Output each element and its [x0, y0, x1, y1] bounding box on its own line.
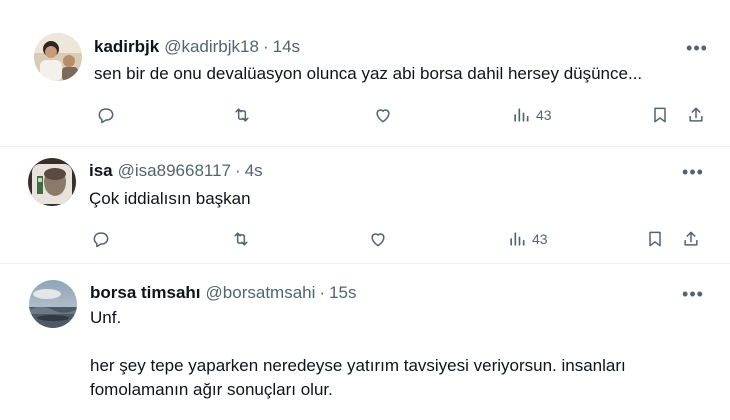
- avatar[interactable]: [28, 158, 76, 206]
- display-name[interactable]: isa: [89, 161, 113, 181]
- tweet-text: Unf. her şey tepe yaparken neredeyse yat…: [90, 306, 626, 402]
- reply-button[interactable]: [91, 229, 111, 249]
- tweet-1[interactable]: kadirbjk @kadirbjk18 · 14s ••• sen bir d…: [0, 0, 730, 146]
- more-icon[interactable]: •••: [681, 163, 705, 181]
- reply-icon: [93, 232, 109, 248]
- tweet-text-line: sen bir de onu devalüasyon olunca yaz ab…: [94, 64, 643, 83]
- separator-dot: ·: [319, 283, 326, 302]
- separator-dot: ·: [235, 161, 241, 180]
- bookmark-button[interactable]: [650, 105, 670, 125]
- timestamp[interactable]: 15s: [329, 283, 356, 303]
- views-icon: [510, 232, 525, 246]
- share-button[interactable]: [681, 229, 701, 249]
- like-button[interactable]: [368, 229, 388, 249]
- tweet-header: kadirbjk @kadirbjk18 · 14s: [94, 37, 300, 57]
- share-icon: [689, 107, 703, 122]
- user-handle[interactable]: @isa89668117: [118, 161, 231, 181]
- views-count: 43: [532, 231, 548, 247]
- views-count: 43: [536, 107, 552, 123]
- tweet-text-line: her şey tepe yaparken neredeyse yatırım …: [90, 356, 626, 375]
- like-button[interactable]: [373, 105, 393, 125]
- share-icon: [684, 231, 698, 246]
- bookmark-icon: [654, 107, 666, 123]
- reply-icon: [98, 108, 114, 124]
- repost-icon: [234, 232, 248, 246]
- repost-icon: [235, 108, 249, 122]
- bookmark-icon: [649, 231, 661, 247]
- display-name[interactable]: borsa timsahı: [90, 283, 201, 303]
- tweet-text: sen bir de onu devalüasyon olunca yaz ab…: [94, 63, 642, 85]
- user-handle[interactable]: @kadirbjk18: [164, 37, 259, 57]
- tweet-header: isa @isa89668117 · 4s: [89, 161, 263, 181]
- separator-dot: ·: [262, 37, 269, 56]
- tweet-text: Çok iddialısın başkan: [89, 188, 251, 210]
- tweet-2[interactable]: isa @isa89668117 · 4s ••• Çok iddialısın…: [0, 147, 730, 263]
- tweet-text-line: Unf.: [90, 308, 122, 327]
- repost-button[interactable]: [232, 105, 252, 125]
- timestamp[interactable]: 14s: [273, 37, 300, 57]
- user-handle[interactable]: @borsatmsahi: [206, 283, 316, 303]
- avatar[interactable]: [29, 280, 77, 328]
- share-button[interactable]: [686, 105, 706, 125]
- timestamp[interactable]: 4s: [245, 161, 263, 181]
- bookmark-button[interactable]: [645, 229, 665, 249]
- tweet-text-line: [90, 330, 626, 354]
- avatar[interactable]: [34, 33, 82, 81]
- views-button[interactable]: 43: [507, 229, 548, 249]
- like-icon: [376, 109, 390, 123]
- views-button[interactable]: 43: [511, 105, 552, 125]
- tweet-3[interactable]: borsa timsahı @borsatmsahi · 15s ••• Unf…: [0, 264, 730, 420]
- more-icon[interactable]: •••: [681, 285, 705, 303]
- more-icon[interactable]: •••: [685, 39, 709, 57]
- tweet-text-line: fomolamanın ağır sonuçları olur.: [90, 380, 333, 399]
- repost-button[interactable]: [231, 229, 251, 249]
- tweet-header: borsa timsahı @borsatmsahi · 15s: [90, 283, 357, 303]
- views-icon: [514, 108, 529, 122]
- display-name[interactable]: kadirbjk: [94, 37, 159, 57]
- reply-button[interactable]: [96, 105, 116, 125]
- like-icon: [371, 233, 385, 247]
- tweet-text-line: Çok iddialısın başkan: [89, 189, 251, 208]
